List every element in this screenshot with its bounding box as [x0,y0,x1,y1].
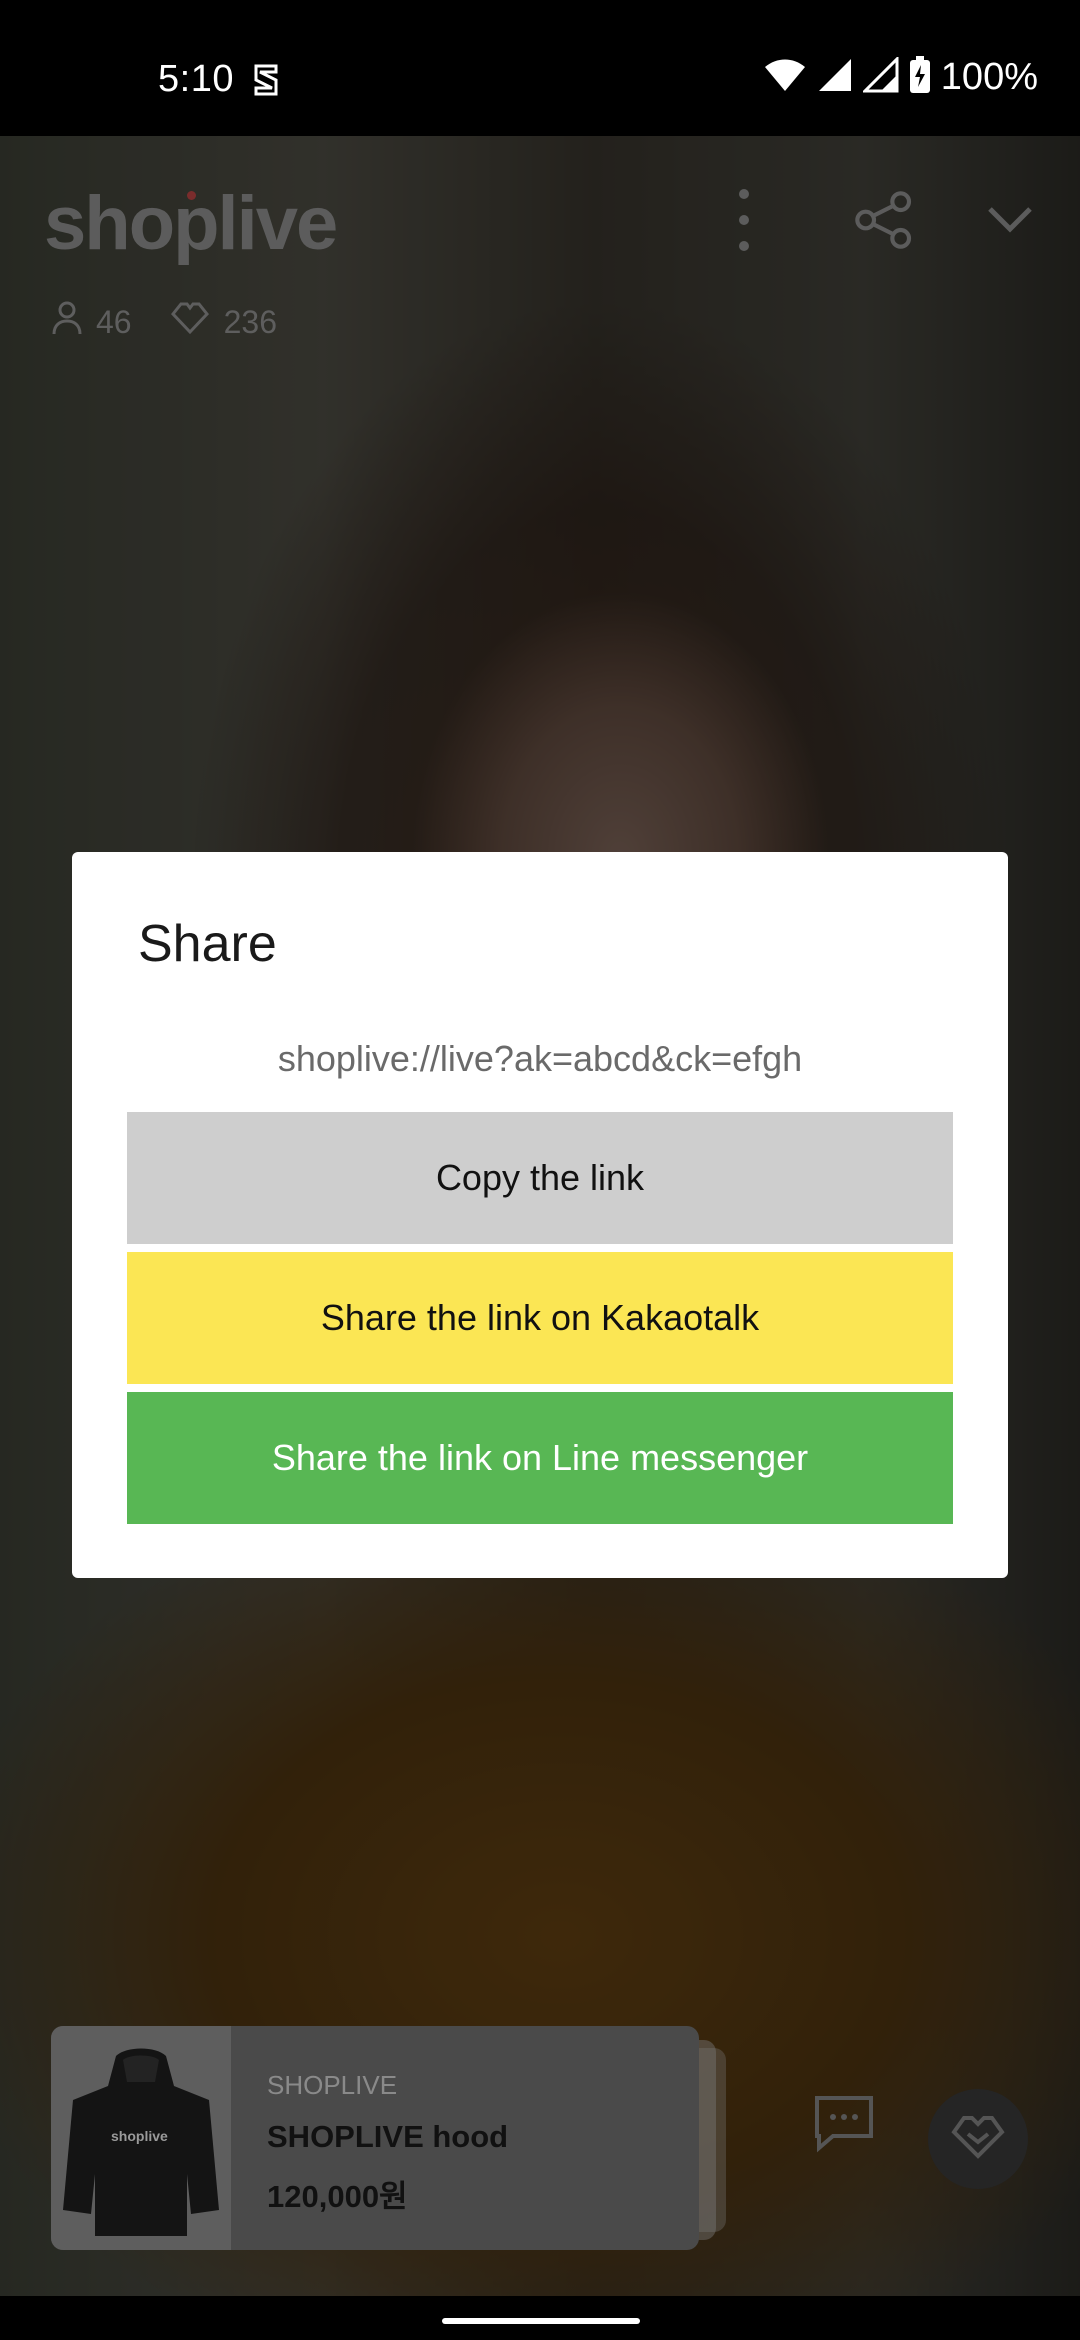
battery-percent: 100% [940,56,1038,98]
product-price: 120,000원 [267,2179,408,2214]
share-icon[interactable] [854,190,914,250]
top-actions [714,189,1040,251]
brand-logo-dot [187,191,196,200]
chat-icon[interactable] [811,2090,877,2156]
copy-link-button[interactable]: Copy the link [127,1112,953,1244]
viewer-icon [52,300,96,344]
signal-2-icon [861,55,899,98]
product-card[interactable]: shoplive SHOPLIVE SHOPLIVE hood 120,000원 [51,2026,699,2250]
product-brand: SHOPLIVE [267,2070,398,2100]
heart-icon [950,2114,1006,2165]
notification-icon [252,62,280,103]
like-count: 236 [223,303,277,340]
like-button[interactable] [928,2089,1028,2189]
chevron-down-icon[interactable] [980,190,1040,250]
viewer-count: 46 [96,303,132,340]
dialog-title: Share [138,915,277,973]
status-bar: 5:10 100% [0,0,1080,136]
battery-charging-icon [909,56,931,99]
share-line-button[interactable]: Share the link on Line messenger [127,1392,953,1524]
heart-icon [170,301,224,343]
product-name: SHOPLIVE hood [267,2119,509,2154]
signal-icon [817,57,853,98]
share-kakaotalk-button[interactable]: Share the link on Kakaotalk [127,1252,953,1384]
live-stats: 46 236 [52,300,277,344]
more-icon[interactable] [714,189,774,251]
status-time: 5:10 [158,58,234,100]
home-gesture-handle[interactable] [442,2318,640,2324]
hoodie-print: shoplive [111,2128,168,2144]
share-dialog: Share shoplive://live?ak=abcd&ck=efgh Co… [72,852,1008,1578]
wifi-icon [763,57,807,98]
product-thumbnail: shoplive [51,2026,231,2250]
share-url: shoplive://live?ak=abcd&ck=efgh [277,1038,803,1079]
